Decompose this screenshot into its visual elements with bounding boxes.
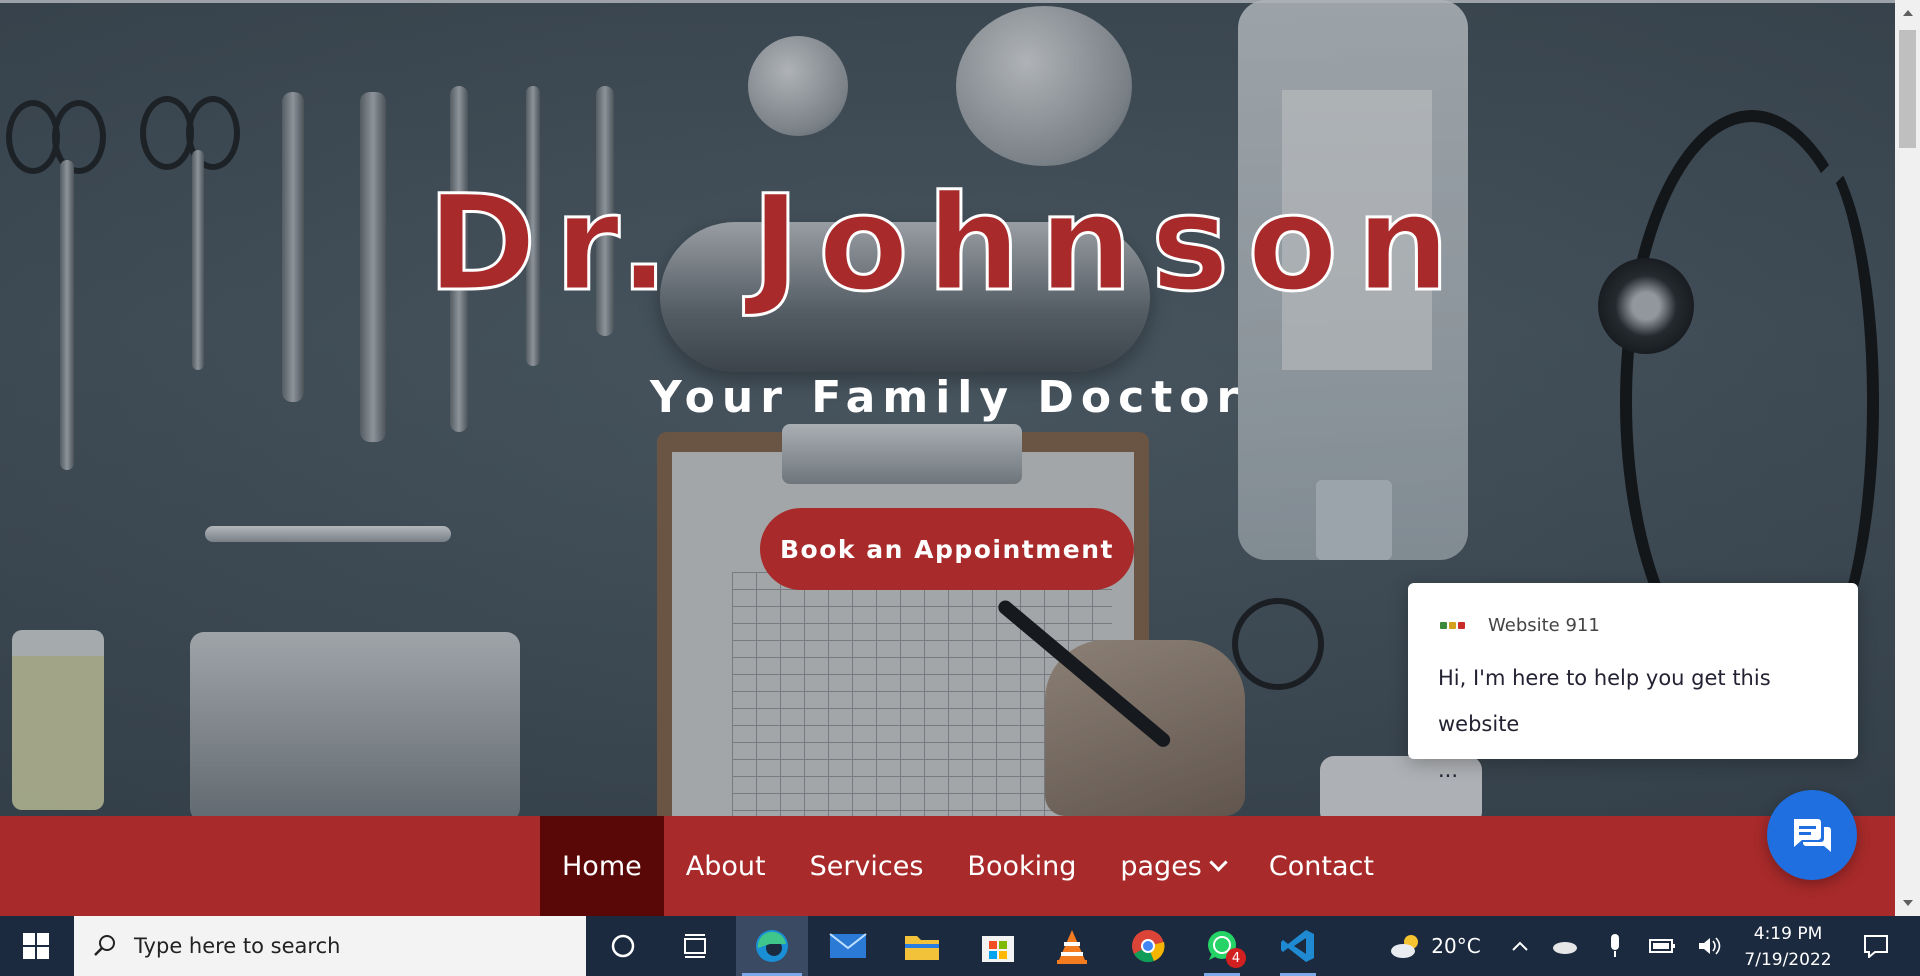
speaker-icon bbox=[1699, 937, 1721, 955]
start-button[interactable] bbox=[0, 916, 72, 976]
nav-pages-dropdown[interactable]: pages bbox=[1098, 816, 1247, 916]
action-center-button[interactable] bbox=[1846, 916, 1906, 976]
main-nav: Home About Services Booking pages Contac… bbox=[0, 816, 1895, 916]
clock-date: 7/19/2022 bbox=[1744, 950, 1832, 970]
hero-subtitle: Your Family Doctor bbox=[649, 372, 1246, 423]
nav-contact-label: Contact bbox=[1268, 850, 1374, 882]
taskbar-clock[interactable]: 4:19 PM 7/19/2022 bbox=[1738, 916, 1838, 976]
nav-home-label: Home bbox=[562, 850, 642, 882]
nav-booking-label: Booking bbox=[967, 850, 1077, 882]
cortana-icon bbox=[611, 934, 635, 958]
edge-icon bbox=[756, 930, 788, 962]
browser-viewport: Dr. Johnson Your Family Doctor Book an A… bbox=[0, 0, 1895, 916]
scroll-down-arrow-icon[interactable] bbox=[1903, 900, 1913, 906]
chevron-down-icon bbox=[1209, 852, 1228, 872]
store-icon bbox=[982, 936, 1014, 962]
vscode-taskbar-button[interactable] bbox=[1262, 916, 1334, 976]
chrome-taskbar-button[interactable] bbox=[1112, 916, 1184, 976]
edge-taskbar-button[interactable] bbox=[736, 916, 808, 976]
task-view-button[interactable] bbox=[659, 916, 731, 976]
nav-services[interactable]: Services bbox=[788, 816, 946, 916]
taskbar-search-box[interactable]: Type here to search bbox=[74, 916, 586, 976]
vertical-scrollbar[interactable] bbox=[1895, 0, 1920, 916]
mail-icon bbox=[829, 933, 867, 958]
whatsapp-notification-badge: 4 bbox=[1226, 948, 1246, 968]
partly-cloudy-icon bbox=[1391, 935, 1419, 958]
microphone-tray-button[interactable] bbox=[1595, 916, 1635, 976]
search-icon bbox=[94, 935, 115, 956]
nav-home[interactable]: Home bbox=[540, 816, 664, 916]
weather-widget[interactable]: 20°C bbox=[1380, 916, 1490, 976]
store-taskbar-button[interactable] bbox=[962, 916, 1034, 976]
battery-icon bbox=[1649, 939, 1675, 953]
microphone-icon bbox=[1611, 934, 1619, 957]
scrollbar-thumb[interactable] bbox=[1899, 30, 1916, 148]
battery-tray-button[interactable] bbox=[1642, 916, 1682, 976]
nav-about-label: About bbox=[685, 850, 766, 882]
cloud-icon bbox=[1553, 942, 1577, 954]
cortana-button[interactable] bbox=[587, 916, 659, 976]
chat-popup[interactable]: Website 911 Hi, I'm here to help you get… bbox=[1408, 583, 1858, 782]
vlc-icon bbox=[1057, 930, 1087, 964]
vlc-taskbar-button[interactable] bbox=[1036, 916, 1108, 976]
scroll-up-arrow-icon[interactable] bbox=[1903, 10, 1913, 16]
chat-agent-name: Website 911 bbox=[1488, 615, 1600, 636]
nav-contact[interactable]: Contact bbox=[1247, 816, 1396, 916]
nav-pages-label: pages bbox=[1120, 850, 1202, 882]
vscode-icon bbox=[1281, 930, 1314, 962]
nav-booking[interactable]: Booking bbox=[945, 816, 1098, 916]
file-explorer-icon bbox=[905, 936, 939, 960]
chat-message-line2: ... bbox=[1438, 758, 1459, 782]
search-placeholder: Type here to search bbox=[134, 934, 341, 958]
chrome-icon bbox=[1132, 930, 1165, 963]
show-hidden-icons-button[interactable] bbox=[1500, 916, 1540, 976]
volume-tray-button[interactable] bbox=[1690, 916, 1730, 976]
windows-logo-icon bbox=[23, 933, 49, 959]
notification-icon bbox=[1864, 935, 1888, 958]
file-explorer-taskbar-button[interactable] bbox=[886, 916, 958, 976]
chat-message: Hi, I'm here to help you get this websit… bbox=[1438, 655, 1838, 793]
hero-title: Dr. Johnson bbox=[426, 167, 1468, 321]
book-appointment-button[interactable]: Book an Appointment bbox=[760, 508, 1134, 590]
nav-services-label: Services bbox=[809, 850, 924, 882]
clock-time: 4:19 PM bbox=[1753, 924, 1823, 944]
website-911-logo-icon bbox=[1440, 616, 1474, 629]
mail-taskbar-button[interactable] bbox=[812, 916, 884, 976]
onedrive-tray-button[interactable] bbox=[1545, 916, 1585, 976]
chat-bubbles-icon bbox=[1794, 819, 1831, 852]
chat-message-line1: Hi, I'm here to help you get this websit… bbox=[1438, 666, 1771, 736]
chat-launcher-button[interactable] bbox=[1767, 790, 1857, 880]
windows-taskbar: Type here to search 4 20°C 4:19 PM 7/19/… bbox=[0, 916, 1920, 976]
chevron-up-icon bbox=[1512, 941, 1528, 951]
task-view-icon bbox=[684, 934, 706, 958]
weather-temperature: 20°C bbox=[1431, 934, 1481, 958]
nav-about[interactable]: About bbox=[664, 816, 788, 916]
whatsapp-taskbar-button[interactable]: 4 bbox=[1186, 916, 1258, 976]
